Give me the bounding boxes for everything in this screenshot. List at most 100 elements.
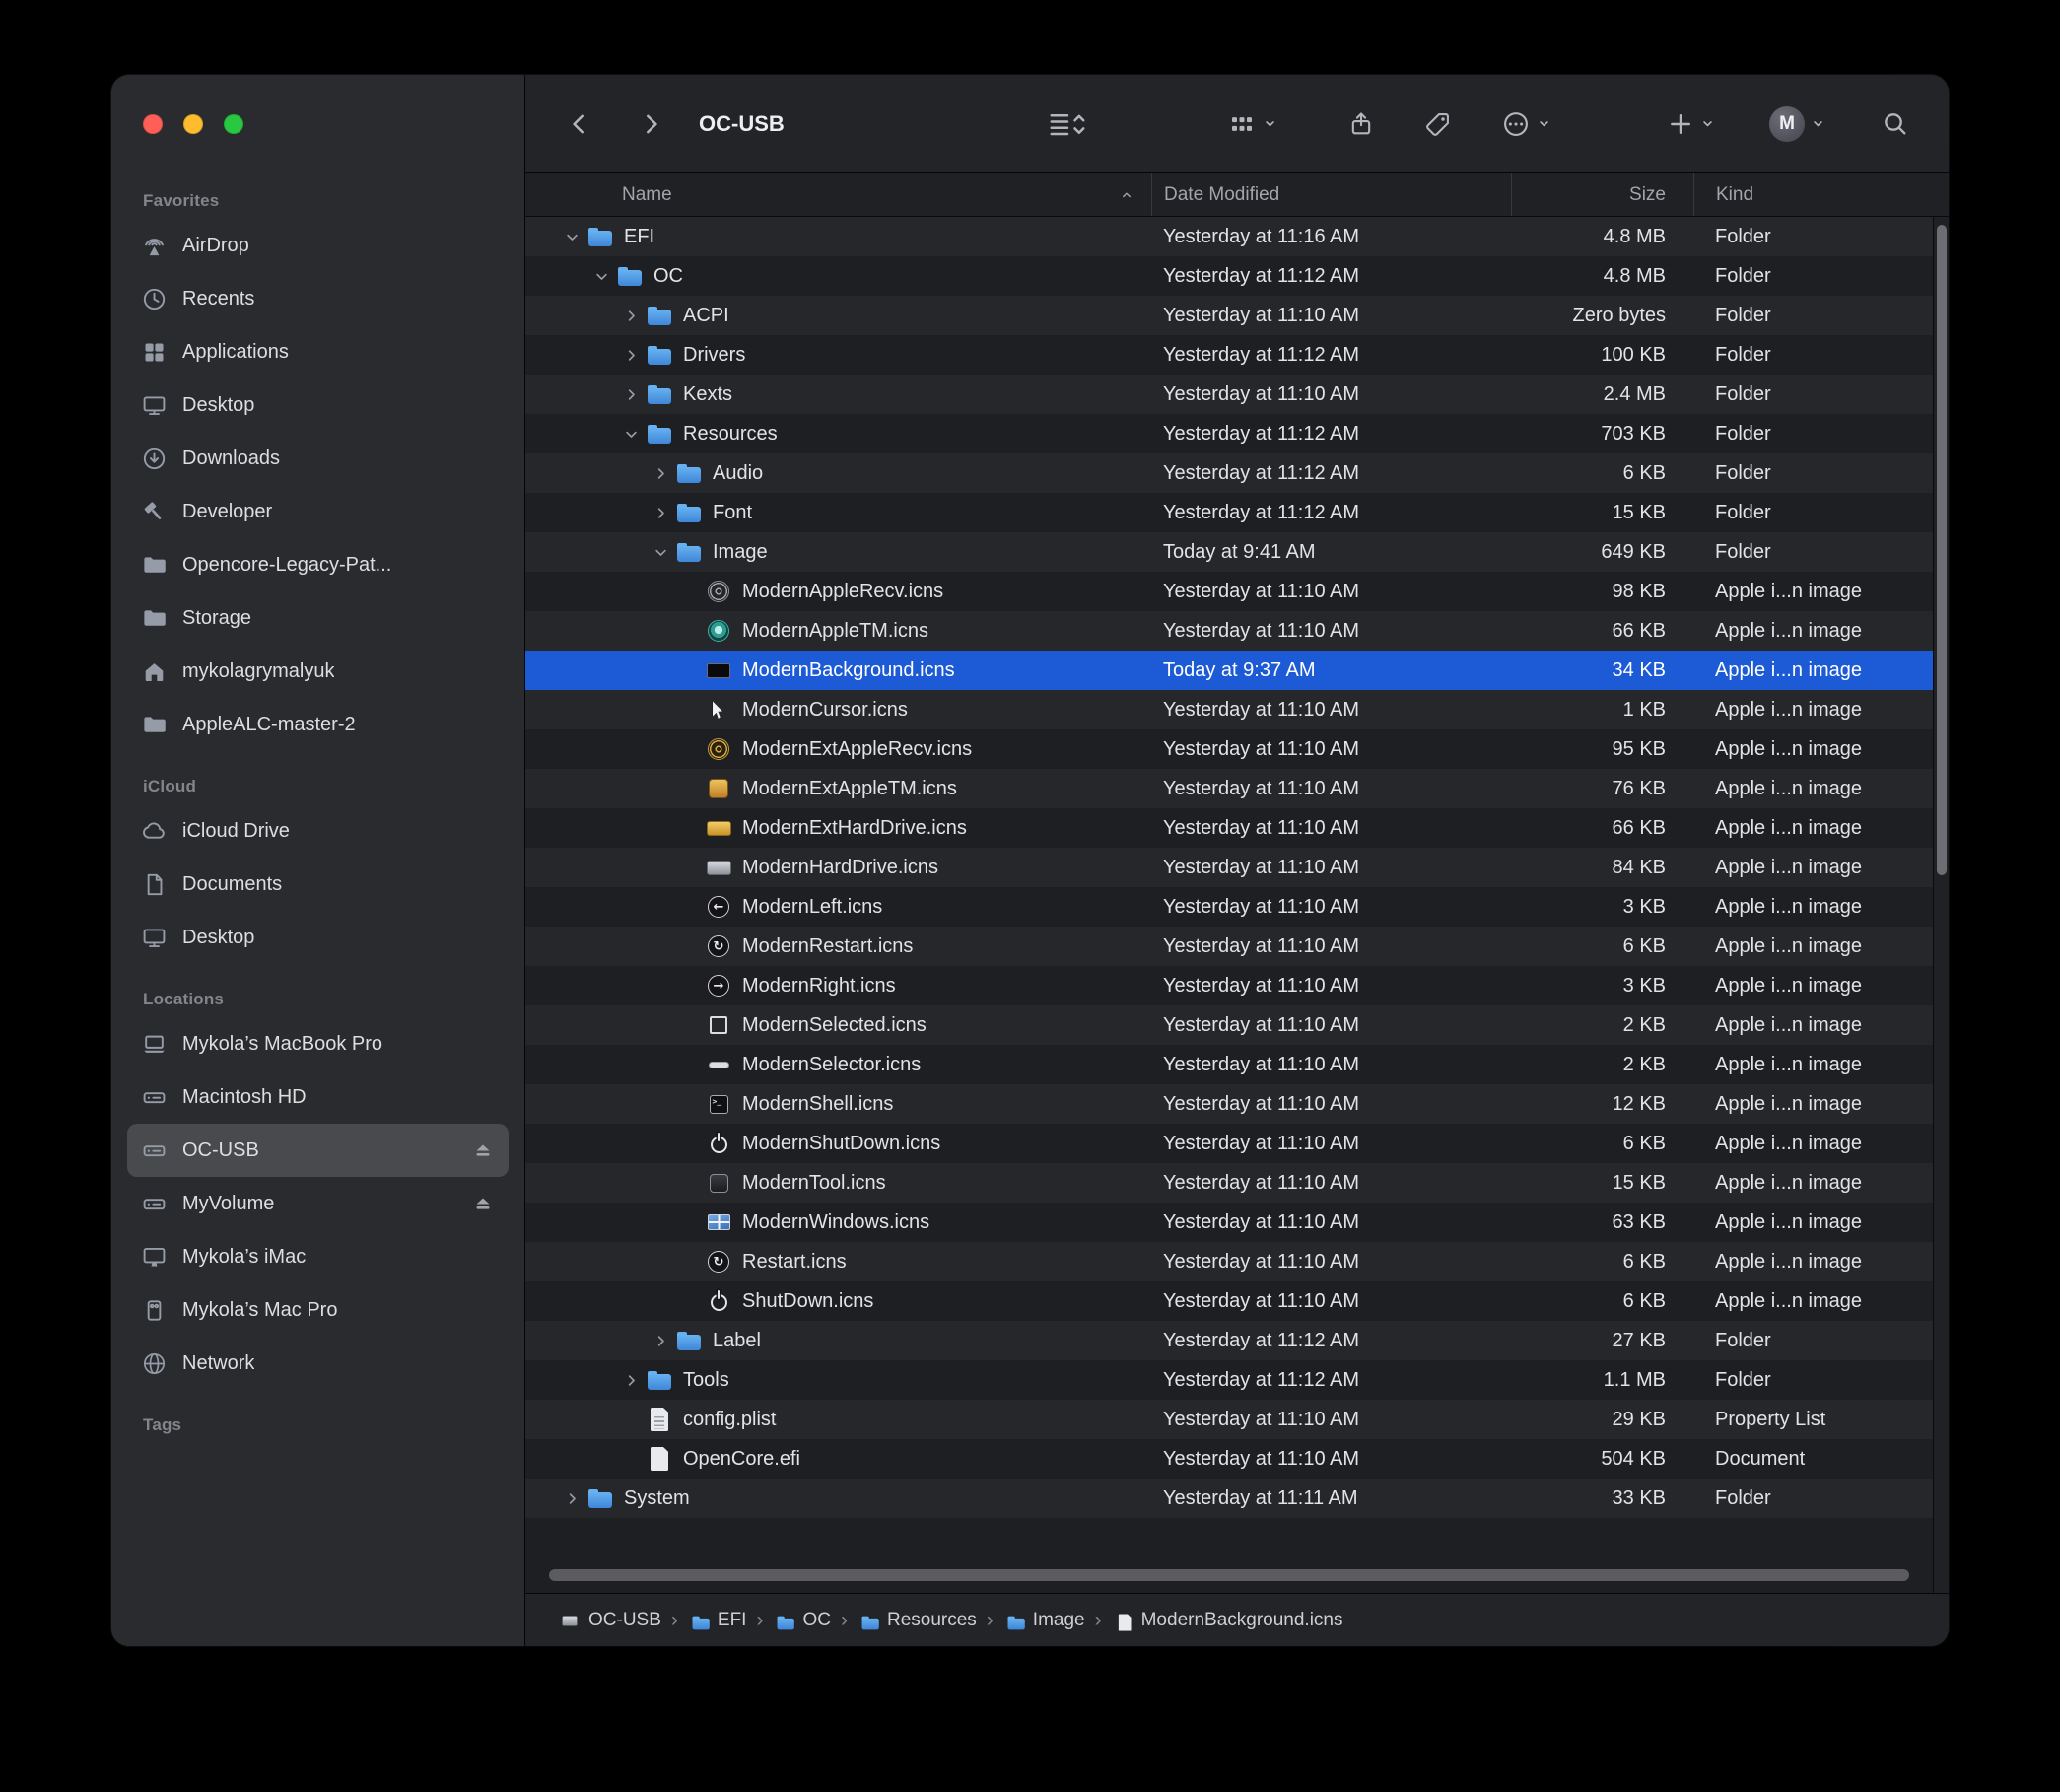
- table-row[interactable]: ModernAppleRecv.icns Yesterday at 11:10 …: [525, 572, 1933, 611]
- new-item-button[interactable]: [1667, 110, 1715, 138]
- disclosure-chevron-icon[interactable]: [561, 226, 583, 247]
- sidebar-item-macintosh-hd[interactable]: Macintosh HD: [127, 1070, 509, 1124]
- disclosure-chevron-icon[interactable]: [561, 1487, 583, 1509]
- disclosure-chevron-icon[interactable]: [620, 305, 642, 326]
- back-button[interactable]: [567, 111, 592, 137]
- sidebar-item-mykola-s-imac[interactable]: Mykola’s iMac: [127, 1230, 509, 1283]
- account-button[interactable]: M: [1769, 106, 1825, 142]
- sidebar-item-desktop[interactable]: Desktop: [127, 379, 509, 432]
- table-row[interactable]: Image Today at 9:41 AM 649 KB Folder: [525, 532, 1933, 572]
- view-options-button[interactable]: [1046, 109, 1089, 139]
- column-header-date[interactable]: Date Modified: [1151, 173, 1511, 216]
- table-row[interactable]: ShutDown.icns Yesterday at 11:10 AM 6 KB…: [525, 1281, 1933, 1321]
- table-row[interactable]: ModernLeft.icns Yesterday at 11:10 AM 3 …: [525, 887, 1933, 927]
- sidebar-item-developer[interactable]: Developer: [127, 485, 509, 538]
- table-row[interactable]: System Yesterday at 11:11 AM 33 KB Folde…: [525, 1479, 1933, 1518]
- disclosure-chevron-icon[interactable]: [620, 423, 642, 445]
- file-kind: Apple i...n image: [1693, 778, 1933, 800]
- sidebar-item-label: Mykola’s iMac: [182, 1246, 306, 1269]
- table-row[interactable]: ModernAppleTM.icns Yesterday at 11:10 AM…: [525, 611, 1933, 651]
- laptop-icon: [141, 1031, 168, 1058]
- disclosure-chevron-icon[interactable]: [590, 265, 612, 287]
- table-row[interactable]: Drivers Yesterday at 11:12 AM 100 KB Fol…: [525, 335, 1933, 375]
- disclosure-chevron-icon[interactable]: [650, 1330, 671, 1351]
- path-item-image[interactable]: Image: [1003, 1610, 1085, 1631]
- sidebar-item-myvolume[interactable]: MyVolume: [127, 1177, 509, 1230]
- more-actions-button[interactable]: [1501, 109, 1551, 139]
- table-row[interactable]: EFI Yesterday at 11:16 AM 4.8 MB Folder: [525, 217, 1933, 256]
- table-row[interactable]: ModernShell.icns Yesterday at 11:10 AM 1…: [525, 1084, 1933, 1124]
- disclosure-chevron-icon[interactable]: [620, 1369, 642, 1391]
- disclosure-chevron-icon[interactable]: [650, 541, 671, 563]
- table-row[interactable]: ModernRestart.icns Yesterday at 11:10 AM…: [525, 927, 1933, 966]
- minimize-button[interactable]: [183, 114, 203, 134]
- table-row[interactable]: OC Yesterday at 11:12 AM 4.8 MB Folder: [525, 256, 1933, 296]
- disclosure-chevron-icon[interactable]: [620, 344, 642, 366]
- file-date-modified: Yesterday at 11:10 AM: [1151, 1133, 1511, 1155]
- table-row[interactable]: ModernRight.icns Yesterday at 11:10 AM 3…: [525, 966, 1933, 1005]
- sidebar-item-mykola-s-macbook-pro[interactable]: Mykola’s MacBook Pro: [127, 1017, 509, 1070]
- folder-icon: [646, 380, 673, 408]
- table-row[interactable]: ModernSelected.icns Yesterday at 11:10 A…: [525, 1005, 1933, 1045]
- horizontal-scrollbar-thumb[interactable]: [549, 1569, 1909, 1581]
- eject-icon[interactable]: [471, 1192, 495, 1215]
- sidebar-item-icloud-drive[interactable]: iCloud Drive: [127, 804, 509, 858]
- column-header-size[interactable]: Size: [1511, 173, 1693, 216]
- sidebar-item-opencore-legacy-pat[interactable]: Opencore-Legacy-Pat...: [127, 538, 509, 591]
- path-item-oc-usb[interactable]: OC-USB: [559, 1610, 661, 1631]
- table-row[interactable]: Label Yesterday at 11:12 AM 27 KB Folder: [525, 1321, 1933, 1360]
- close-button[interactable]: [143, 114, 163, 134]
- path-item-modernbackground-icns[interactable]: ModernBackground.icns: [1112, 1610, 1343, 1631]
- sidebar-item-applications[interactable]: Applications: [127, 325, 509, 379]
- table-row[interactable]: ModernWindows.icns Yesterday at 11:10 AM…: [525, 1203, 1933, 1242]
- path-item-efi[interactable]: EFI: [688, 1610, 747, 1631]
- table-row[interactable]: ModernHardDrive.icns Yesterday at 11:10 …: [525, 848, 1933, 887]
- table-row[interactable]: Tools Yesterday at 11:12 AM 1.1 MB Folde…: [525, 1360, 1933, 1400]
- sidebar-item-network[interactable]: Network: [127, 1337, 509, 1390]
- sidebar-item-storage[interactable]: Storage: [127, 591, 509, 645]
- disclosure-chevron-icon[interactable]: [650, 502, 671, 523]
- table-row[interactable]: ACPI Yesterday at 11:10 AM Zero bytes Fo…: [525, 296, 1933, 335]
- table-row[interactable]: ModernCursor.icns Yesterday at 11:10 AM …: [525, 690, 1933, 729]
- vertical-scrollbar-thumb[interactable]: [1937, 225, 1947, 875]
- path-item-oc[interactable]: OC: [773, 1610, 831, 1631]
- disclosure-chevron-icon[interactable]: [620, 383, 642, 405]
- table-row[interactable]: ModernSelector.icns Yesterday at 11:10 A…: [525, 1045, 1933, 1084]
- file-size: 4.8 MB: [1511, 226, 1693, 248]
- share-button[interactable]: [1347, 109, 1375, 139]
- sidebar-item-documents[interactable]: Documents: [127, 858, 509, 911]
- table-row[interactable]: ModernShutDown.icns Yesterday at 11:10 A…: [525, 1124, 1933, 1163]
- table-row[interactable]: Font Yesterday at 11:12 AM 15 KB Folder: [525, 493, 1933, 532]
- forward-button[interactable]: [638, 111, 663, 137]
- group-button[interactable]: [1227, 109, 1277, 139]
- table-row[interactable]: Kexts Yesterday at 11:10 AM 2.4 MB Folde…: [525, 375, 1933, 414]
- sidebar-item-mykola-s-mac-pro[interactable]: Mykola’s Mac Pro: [127, 1283, 509, 1337]
- sidebar-item-oc-usb[interactable]: OC-USB: [127, 1124, 509, 1177]
- table-row[interactable]: ModernTool.icns Yesterday at 11:10 AM 15…: [525, 1163, 1933, 1203]
- eject-icon[interactable]: [471, 1138, 495, 1162]
- search-button[interactable]: [1882, 110, 1909, 138]
- table-row[interactable]: Resources Yesterday at 11:12 AM 703 KB F…: [525, 414, 1933, 453]
- table-row[interactable]: ModernExtHardDrive.icns Yesterday at 11:…: [525, 808, 1933, 848]
- sidebar-item-downloads[interactable]: Downloads: [127, 432, 509, 485]
- sidebar-item-mykolagrymalyuk[interactable]: mykolagrymalyuk: [127, 645, 509, 698]
- sidebar-item-desktop[interactable]: Desktop: [127, 911, 509, 964]
- table-row[interactable]: ModernExtAppleTM.icns Yesterday at 11:10…: [525, 769, 1933, 808]
- sidebar-item-recents[interactable]: Recents: [127, 272, 509, 325]
- path-item-resources[interactable]: Resources: [858, 1610, 977, 1631]
- tag-button[interactable]: [1424, 110, 1452, 138]
- table-row[interactable]: OpenCore.efi Yesterday at 11:10 AM 504 K…: [525, 1439, 1933, 1479]
- file-name: ModernCursor.icns: [742, 699, 908, 722]
- column-header-name[interactable]: Name: [525, 173, 1151, 216]
- table-row[interactable]: Audio Yesterday at 11:12 AM 6 KB Folder: [525, 453, 1933, 493]
- file-date-modified: Yesterday at 11:10 AM: [1151, 1409, 1511, 1431]
- table-row[interactable]: Restart.icns Yesterday at 11:10 AM 6 KB …: [525, 1242, 1933, 1281]
- table-row[interactable]: ModernExtAppleRecv.icns Yesterday at 11:…: [525, 729, 1933, 769]
- disclosure-chevron-icon[interactable]: [650, 462, 671, 484]
- table-row[interactable]: ModernBackground.icns Today at 9:37 AM 3…: [525, 651, 1933, 690]
- column-header-kind[interactable]: Kind: [1693, 173, 1949, 216]
- sidebar-item-applealc-master-2[interactable]: AppleALC-master-2: [127, 698, 509, 751]
- zoom-button[interactable]: [224, 114, 243, 134]
- table-row[interactable]: config.plist Yesterday at 11:10 AM 29 KB…: [525, 1400, 1933, 1439]
- sidebar-item-airdrop[interactable]: AirDrop: [127, 219, 509, 272]
